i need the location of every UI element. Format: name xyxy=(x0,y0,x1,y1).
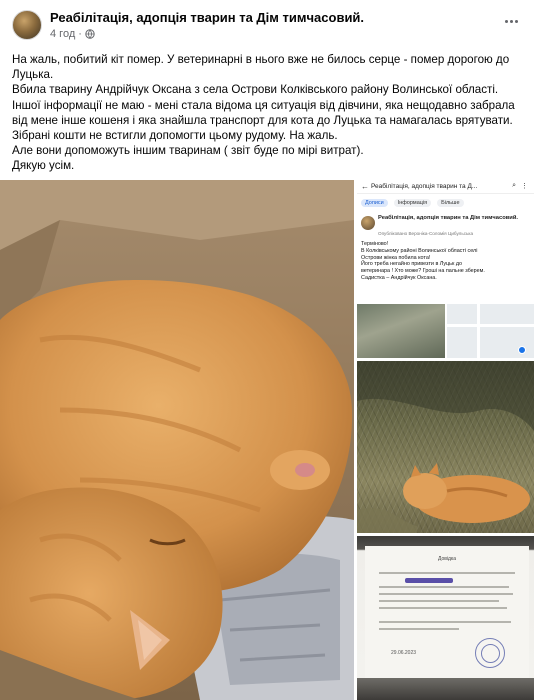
screenshot-tab: Інформація xyxy=(393,199,432,207)
post-text-line: від мене інше кошеня і яка знайшла транс… xyxy=(12,113,513,127)
search-icon: ⌕ xyxy=(512,182,516,189)
screenshot-tab: Більше xyxy=(437,199,464,207)
document-title: Довідка xyxy=(438,556,456,562)
post-text-line: Вбила тварину Андрійчук Оксана з села Ос… xyxy=(12,83,499,97)
page-name-link[interactable]: Реабілітація, адопція тварин та Дім тимч… xyxy=(50,10,364,25)
more-options-icon: ⋮ xyxy=(521,183,528,190)
screenshot-author: Реабілітація, адопція тварин та Дім тимч… xyxy=(378,215,519,221)
screenshot-text-line: Терміново! xyxy=(361,241,389,247)
post-header: Реабілітація, адопція тварин та Дім тимч… xyxy=(0,0,534,44)
screenshot-sub: Опубліковано Вероніка-Соломія Цибульська xyxy=(378,231,474,236)
screenshot-text-line: В Колківському районі Волинської області… xyxy=(361,247,478,254)
cat-on-grass-image xyxy=(357,361,534,533)
screenshot-tab: Дописи xyxy=(361,199,388,207)
screenshot-map-thumb xyxy=(447,304,534,358)
post-text-line: Луцька. xyxy=(12,68,54,82)
post-meta: 4 год · xyxy=(50,28,95,40)
document-date: 29.06.2023 xyxy=(391,650,417,656)
stamp-icon xyxy=(475,638,505,668)
screenshot-title: Реабілітація, адопція тварин та Д... xyxy=(371,183,478,190)
post-text-line: Зібрані кошти не встигли допомогти цьому… xyxy=(12,129,338,143)
post-time[interactable]: 4 год xyxy=(50,28,75,40)
screenshot-text: Терміново! В Колківському районі Волинсь… xyxy=(361,241,531,282)
screenshot-text-line: ветеринара ! Хто може? Гроші на пальне з… xyxy=(361,268,485,275)
screenshot-content: ← Реабілітація, адопція тварин та Д... ⌕… xyxy=(357,180,534,358)
post-text-line: Дякую усім. xyxy=(12,159,75,173)
back-arrow-icon: ← xyxy=(361,182,369,191)
photo-cat-in-box[interactable] xyxy=(0,180,354,700)
photo-document[interactable]: Довідка 29.06.2023 xyxy=(357,536,534,700)
document-bottom-shadow xyxy=(357,678,534,700)
screenshot-avatar xyxy=(361,216,375,230)
cat-in-box-image xyxy=(0,180,354,700)
more-options-icon[interactable] xyxy=(500,12,522,30)
photo-screenshot[interactable]: ← Реабілітація, адопція тварин та Д... ⌕… xyxy=(357,180,534,358)
globe-icon xyxy=(85,29,95,39)
post-text-line: На жаль, побитий кіт помер. У ветеринарн… xyxy=(12,53,510,66)
photo-cat-on-grass[interactable] xyxy=(357,361,534,533)
screenshot-tabs: Дописи Інформація Більше xyxy=(361,198,464,208)
post-text-line: Але вони допоможуть іншим тваринам ( зві… xyxy=(12,144,364,158)
redacted-text xyxy=(405,578,453,583)
screenshot-topbar: ← Реабілітація, адопція тварин та Д... ⌕… xyxy=(357,180,534,194)
page-avatar[interactable] xyxy=(12,10,42,40)
screenshot-photo-thumb xyxy=(357,304,445,358)
post-text-line: Іншої інформації не маю - мені стала від… xyxy=(12,98,515,112)
document-paper: Довідка 29.06.2023 xyxy=(365,546,529,686)
screenshot-text-line: Його треба негайно привезти в Луцьк до xyxy=(361,261,462,268)
document-image: Довідка 29.06.2023 xyxy=(357,536,534,700)
meta-dot: · xyxy=(78,28,82,40)
map-pin-icon xyxy=(518,346,526,354)
photo-grid: ← Реабілітація, адопція тварин та Д... ⌕… xyxy=(0,180,534,700)
screenshot-text-line: Садистка – Андрійчук Оксана. xyxy=(361,274,437,281)
post-text: На жаль, побитий кіт помер. У ветеринарн… xyxy=(12,52,524,174)
